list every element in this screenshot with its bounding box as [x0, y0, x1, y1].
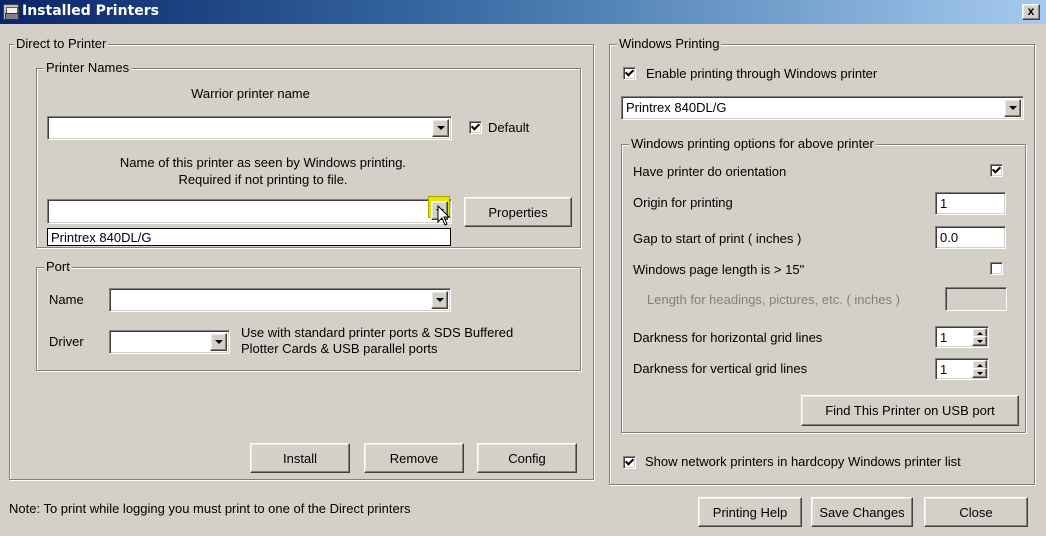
- vertical-darkness-spinner[interactable]: 1: [935, 358, 989, 380]
- windows-options-legend: Windows printing options for above print…: [629, 136, 876, 151]
- default-label: Default: [488, 120, 530, 135]
- origin-label: Origin for printing: [633, 195, 733, 210]
- chevron-down-icon[interactable]: [210, 333, 227, 351]
- origin-value: 1: [940, 196, 948, 211]
- port-name-combo[interactable]: [109, 288, 451, 312]
- windows-name-label-line2: Required if not printing to file.: [178, 172, 348, 187]
- close-window-button[interactable]: x: [1022, 4, 1040, 20]
- orientation-checkbox[interactable]: [990, 164, 1003, 177]
- origin-input[interactable]: 1: [935, 192, 1006, 215]
- horizontal-darkness-label: Darkness for horizontal grid lines: [633, 330, 823, 345]
- chevron-down-icon[interactable]: [431, 291, 448, 309]
- orientation-label: Have printer do orientation: [633, 164, 787, 179]
- horizontal-darkness-spinner[interactable]: 1: [935, 326, 989, 348]
- enable-windows-printing-label: Enable printing through Windows printer: [646, 66, 878, 81]
- checkmark-icon: [624, 67, 635, 77]
- gap-input[interactable]: 0.0: [935, 226, 1006, 249]
- spin-down-icon[interactable]: [972, 368, 987, 378]
- heading-length-input: [945, 287, 1007, 311]
- properties-button[interactable]: Properties: [464, 197, 572, 227]
- save-changes-button[interactable]: Save Changes: [811, 497, 913, 527]
- title-bar: Installed Printers x: [0, 0, 1046, 24]
- footer-note: Note: To print while logging you must pr…: [9, 501, 411, 516]
- driver-note-line2: Plotter Cards & USB parallel ports: [241, 341, 438, 356]
- printer-dropdown-option[interactable]: Printrex 840DL/G: [51, 230, 151, 245]
- close-button[interactable]: Close: [924, 497, 1028, 527]
- windows-name-label-line1: Name of this printer as seen by Windows …: [119, 155, 407, 170]
- checkmark-icon: [470, 121, 481, 131]
- driver-label: Driver: [49, 334, 84, 349]
- windows-printing-legend: Windows Printing: [617, 36, 722, 51]
- gap-value: 0.0: [940, 230, 959, 245]
- vertical-darkness-value: 1: [940, 362, 948, 377]
- install-button[interactable]: Install: [250, 443, 350, 473]
- windows-printer-select[interactable]: Printrex 840DL/G: [621, 96, 1024, 120]
- page-length-checkbox[interactable]: [990, 262, 1003, 275]
- checkmark-icon: [991, 164, 1002, 174]
- port-legend: Port: [44, 259, 72, 274]
- spin-down-icon[interactable]: [972, 336, 987, 346]
- printing-help-button[interactable]: Printing Help: [698, 497, 802, 527]
- default-checkbox[interactable]: [469, 121, 482, 134]
- printer-names-legend: Printer Names: [44, 60, 132, 75]
- config-button[interactable]: Config: [477, 443, 577, 473]
- window-title: Installed Printers: [22, 3, 159, 19]
- page-length-label: Windows page length is > 15": [633, 262, 805, 277]
- checkmark-icon: [624, 456, 635, 466]
- port-name-label: Name: [49, 292, 84, 307]
- horizontal-darkness-value: 1: [940, 330, 948, 345]
- warrior-printer-name-label: Warrior printer name: [191, 86, 310, 101]
- direct-to-printer-legend: Direct to Printer: [14, 36, 109, 51]
- vertical-darkness-label: Darkness for vertical grid lines: [633, 361, 808, 376]
- printer-icon: [3, 4, 19, 20]
- gap-label: Gap to start of print ( inches ): [633, 231, 802, 246]
- windows-printer-select-value: Printrex 840DL/G: [626, 100, 727, 115]
- printer-dropdown-list[interactable]: Printrex 840DL/G: [47, 228, 451, 246]
- windows-printer-name-combo[interactable]: [47, 199, 452, 224]
- heading-length-label: Length for headings, pictures, etc. ( in…: [647, 292, 900, 307]
- chevron-down-icon[interactable]: [1004, 99, 1021, 117]
- enable-windows-printing-checkbox[interactable]: [623, 67, 636, 80]
- warrior-printer-name-combo[interactable]: [47, 116, 452, 140]
- mouse-pointer-icon: [437, 205, 451, 226]
- chevron-down-icon[interactable]: [432, 119, 449, 137]
- find-usb-printer-button[interactable]: Find This Printer on USB port: [801, 395, 1019, 426]
- network-printers-checkbox[interactable]: [623, 456, 636, 469]
- driver-combo[interactable]: [109, 330, 230, 354]
- remove-button[interactable]: Remove: [364, 443, 464, 473]
- network-printers-label: Show network printers in hardcopy Window…: [645, 454, 961, 469]
- driver-note-line1: Use with standard printer ports & SDS Bu…: [241, 325, 514, 340]
